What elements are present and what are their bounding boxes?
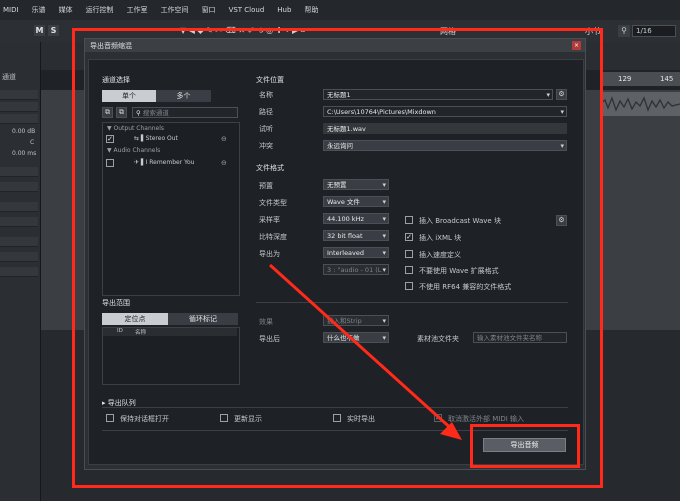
annotation-arrow xyxy=(268,263,462,440)
